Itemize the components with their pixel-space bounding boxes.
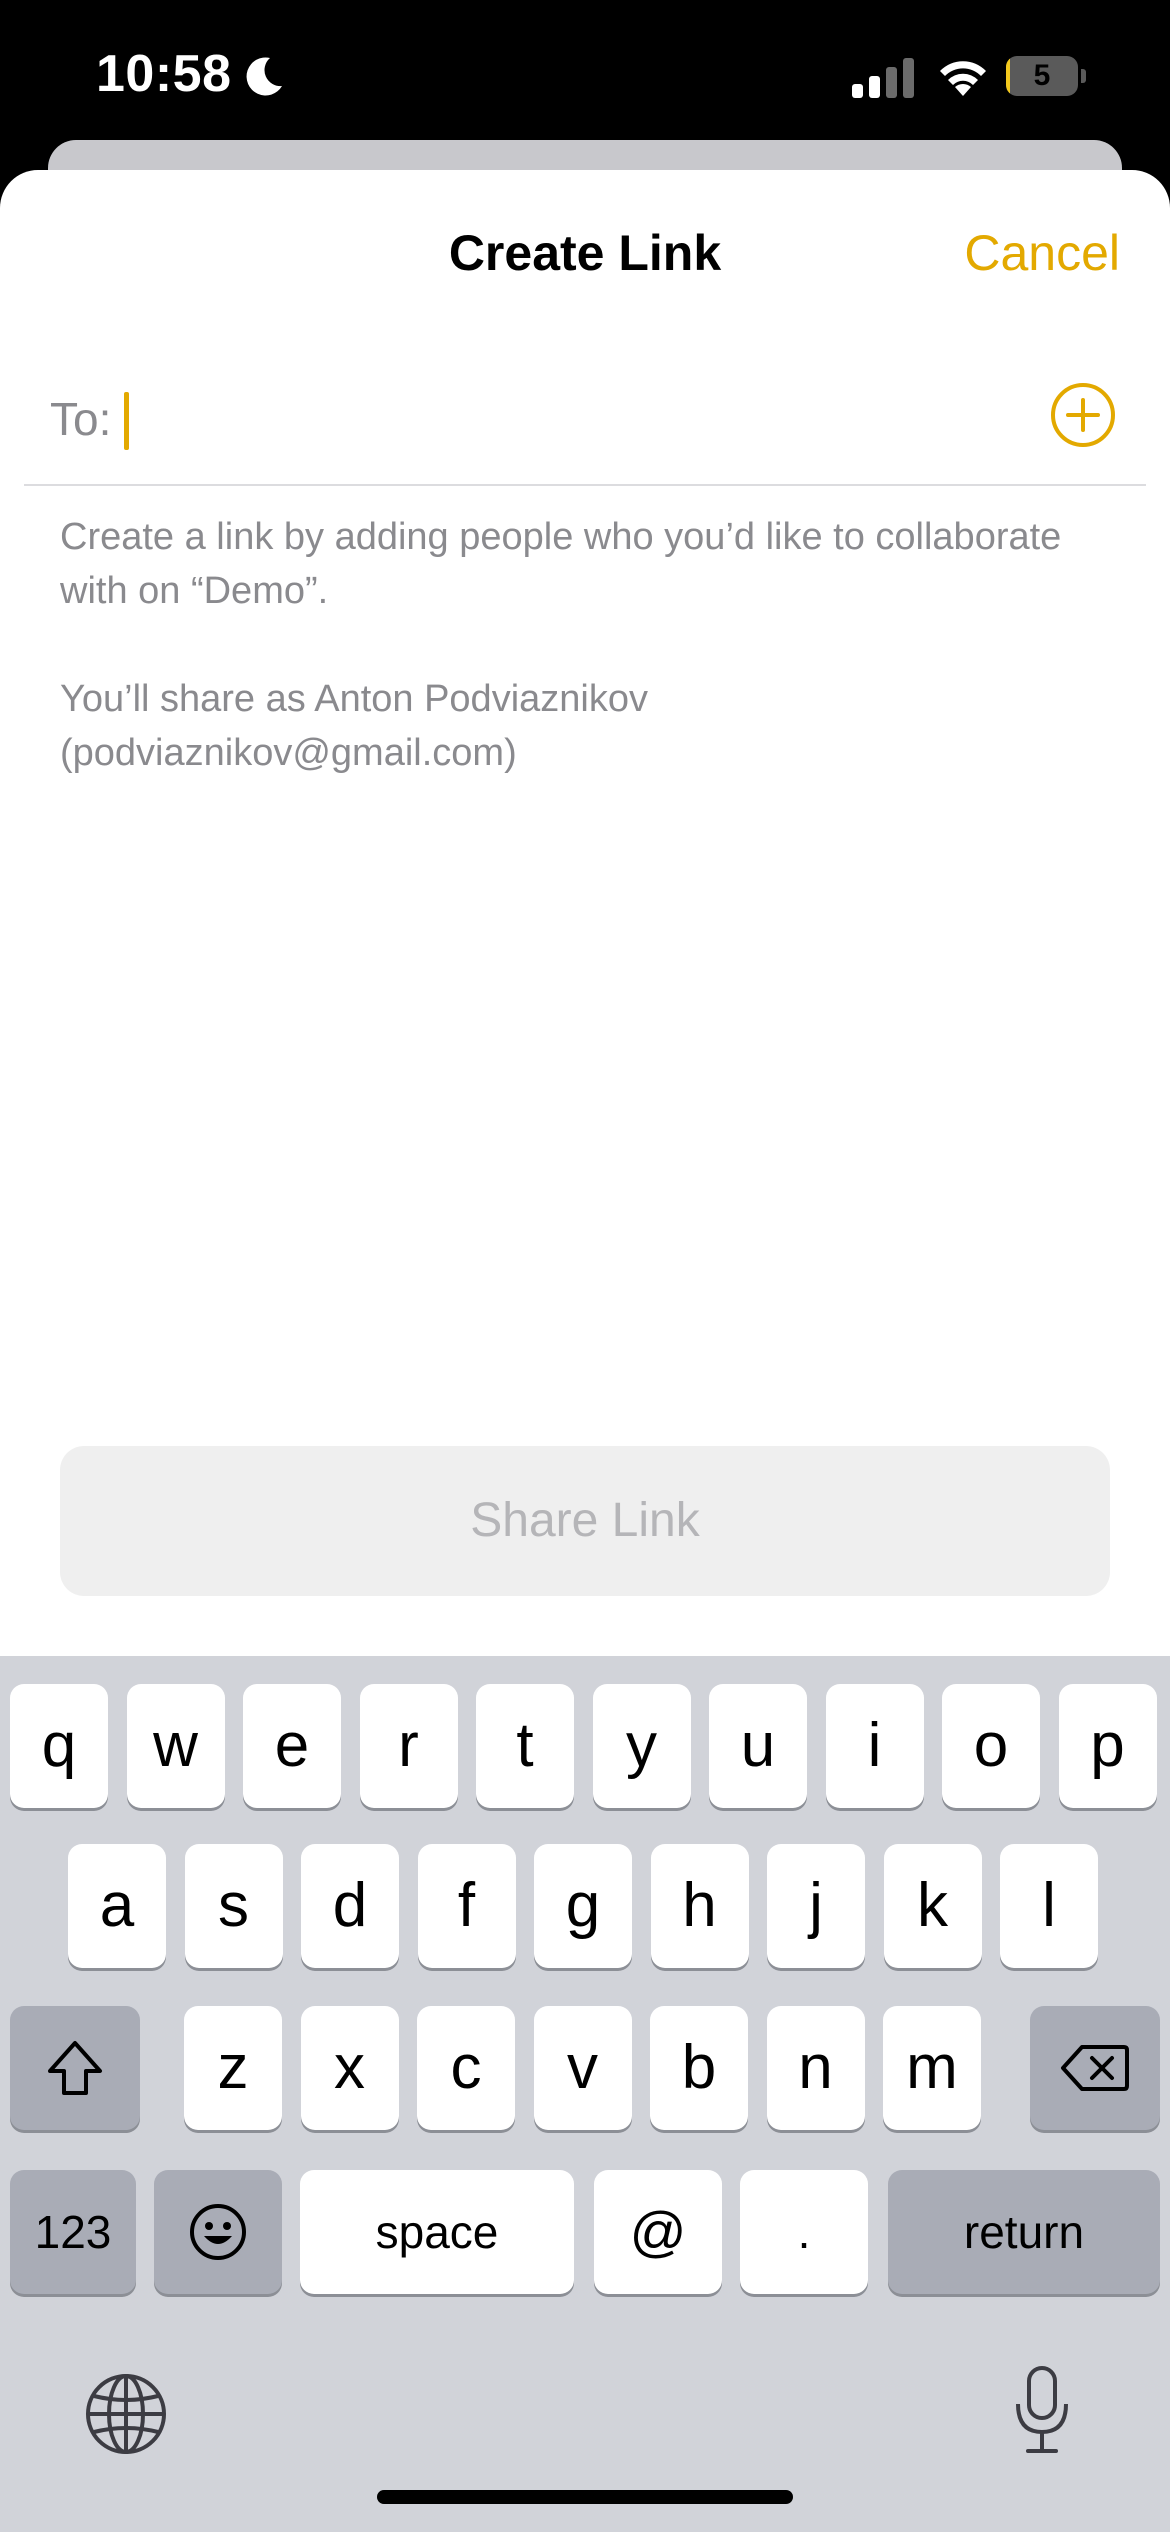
- key-r[interactable]: r: [359, 1684, 458, 1808]
- key-l[interactable]: l: [1000, 1844, 1098, 1968]
- key-f[interactable]: f: [417, 1844, 516, 1968]
- battery-icon: 5: [1006, 56, 1086, 96]
- key-w[interactable]: w: [126, 1684, 225, 1808]
- share-link-button[interactable]: Share Link: [60, 1446, 1110, 1596]
- key-d[interactable]: d: [301, 1844, 399, 1968]
- wifi-icon: [940, 61, 986, 96]
- key-p[interactable]: p: [1058, 1684, 1157, 1808]
- key-g[interactable]: g: [534, 1844, 632, 1968]
- shift-key[interactable]: [10, 2006, 140, 2130]
- cancel-button[interactable]: Cancel: [964, 224, 1120, 282]
- emoji-key[interactable]: [154, 2170, 282, 2294]
- recipients-input[interactable]: [122, 382, 1002, 462]
- period-key[interactable]: .: [740, 2170, 868, 2294]
- key-t[interactable]: t: [476, 1684, 574, 1808]
- space-key[interactable]: space: [300, 2170, 574, 2294]
- key-z[interactable]: z: [184, 2006, 282, 2130]
- status-time: 10:58: [96, 45, 232, 103]
- key-y[interactable]: y: [592, 1684, 691, 1808]
- key-q[interactable]: q: [10, 1684, 108, 1808]
- status-bar: 10:58 5: [0, 0, 1170, 150]
- battery-level: 5: [1033, 59, 1051, 92]
- key-m[interactable]: m: [883, 2006, 981, 2130]
- key-a[interactable]: a: [68, 1844, 166, 1968]
- key-i[interactable]: i: [825, 1684, 924, 1808]
- backspace-key[interactable]: [1030, 2006, 1160, 2130]
- signal-icon: [852, 58, 914, 98]
- moon-icon: [246, 57, 282, 96]
- key-k[interactable]: k: [883, 1844, 982, 1968]
- numbers-key[interactable]: 123: [10, 2170, 136, 2294]
- key-h[interactable]: h: [650, 1844, 749, 1968]
- key-x[interactable]: x: [300, 2006, 399, 2130]
- key-v[interactable]: v: [533, 2006, 632, 2130]
- key-n[interactable]: n: [766, 2006, 865, 2130]
- return-key[interactable]: return: [888, 2170, 1160, 2294]
- shift-icon: [48, 2041, 102, 2095]
- backspace-icon: [1061, 2045, 1129, 2091]
- plus-circle-icon[interactable]: [1050, 382, 1116, 448]
- key-u[interactable]: u: [709, 1684, 807, 1808]
- key-o[interactable]: o: [942, 1684, 1040, 1808]
- text-cursor: [124, 392, 129, 450]
- key-b[interactable]: b: [650, 2006, 748, 2130]
- key-c[interactable]: c: [417, 2006, 515, 2130]
- description: Create a link by adding people who you’d…: [60, 510, 1080, 780]
- home-indicator: [377, 2490, 793, 2504]
- at-key[interactable]: @: [594, 2170, 722, 2294]
- description-text: Create a link by adding people who you’d…: [60, 516, 1062, 612]
- emoji-icon: [190, 2204, 246, 2260]
- globe-icon[interactable]: [84, 2372, 168, 2456]
- recipients-row: To:: [24, 370, 1146, 486]
- key-s[interactable]: s: [184, 1844, 283, 1968]
- share-as-text: You’ll share as Anton Podviaznikov (podv…: [60, 678, 648, 774]
- key-e[interactable]: e: [243, 1684, 341, 1808]
- to-label: To:: [50, 393, 112, 445]
- microphone-icon[interactable]: [1010, 2364, 1074, 2456]
- keyboard: qwertyuiop asdfghjkl zxcvbnm 123 space @…: [0, 1656, 1170, 2532]
- key-j[interactable]: j: [767, 1844, 865, 1968]
